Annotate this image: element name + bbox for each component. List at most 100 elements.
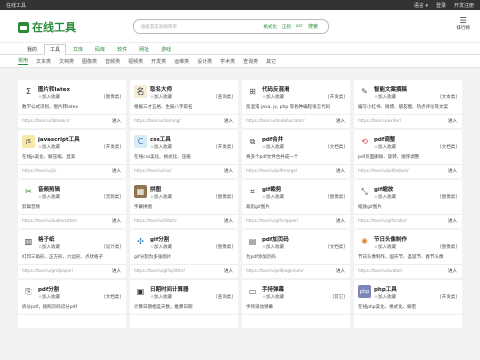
enter-link[interactable]: 进入 <box>112 168 121 174</box>
add-favorite-button[interactable]: ☆加入收藏 <box>262 144 284 150</box>
enter-link[interactable]: 进入 <box>448 268 457 274</box>
search-button[interactable]: 搜索 <box>308 23 318 30</box>
tab-docs[interactable]: 文库 <box>68 45 88 54</box>
language-menu[interactable]: 语言 ▾ <box>414 2 428 9</box>
category-query[interactable]: 查询类 <box>243 58 258 65</box>
category-design[interactable]: 设计类 <box>197 58 212 65</box>
tool-title[interactable]: pdf加页码 <box>262 235 289 243</box>
search-option-regex[interactable]: 正则 <box>282 24 291 30</box>
tool-card[interactable]: ⤡ gif缩放 ☆加入收藏 [图像类] 缩放gif图片 https://tool.lu/g… <box>354 180 462 228</box>
enter-link[interactable]: 进入 <box>224 218 233 224</box>
tool-title[interactable]: 智能文案撰稿 <box>374 85 407 93</box>
tool-title[interactable]: 手持弹幕 <box>262 285 284 293</box>
tool-card[interactable]: ⎘ pdf分割 ☆加入收藏 [文档类] 拆分pdf，按照页码切分pdf <box>18 280 126 328</box>
add-favorite-button[interactable]: ☆加入收藏 <box>38 294 60 300</box>
tab-games[interactable]: 游戏 <box>156 45 176 54</box>
add-favorite-button[interactable]: ☆加入收藏 <box>374 94 396 100</box>
tool-title[interactable]: gif缩放 <box>374 185 393 193</box>
add-favorite-button[interactable]: ☆加入收藏 <box>262 94 284 100</box>
tool-title[interactable]: php工具 <box>374 285 397 293</box>
tool-card[interactable]: ⊞ 代码反混淆 ☆加入收藏 [开发类] 反混淆 java, js, php 等各种编程语… <box>242 80 350 128</box>
tool-card[interactable]: ⧉ pdf合并 ☆加入收藏 [文档类] 将多个pdf文件合并成一个 https://too… <box>242 130 350 178</box>
add-favorite-button[interactable]: ☆加入收藏 <box>38 144 60 150</box>
add-favorite-button[interactable]: ☆加入收藏 <box>374 244 396 250</box>
enter-link[interactable]: 进入 <box>448 118 457 124</box>
tool-title[interactable]: 节日头像制作 <box>374 235 407 243</box>
tool-card[interactable]: ▣ 日期时间计算器 ☆加入收藏 [查询类] 计算日期相差天数，推算日期 <box>130 280 238 328</box>
category-ops[interactable]: 运维类 <box>174 58 189 65</box>
dev-register-link[interactable]: 开发注册 <box>454 2 474 9</box>
category-audio[interactable]: 音频类 <box>105 58 120 65</box>
tool-title[interactable]: pdf合并 <box>262 135 283 143</box>
category-dev[interactable]: 开发类 <box>151 58 166 65</box>
enter-link[interactable]: 进入 <box>224 268 233 274</box>
add-favorite-button[interactable]: ☆加入收藏 <box>262 194 284 200</box>
add-favorite-button[interactable]: ☆加入收藏 <box>262 294 284 300</box>
add-favorite-button[interactable]: ☆加入收藏 <box>38 244 60 250</box>
tab-mine[interactable]: 我的 <box>22 45 42 54</box>
tool-title[interactable]: 代码反混淆 <box>262 85 290 93</box>
add-favorite-button[interactable]: ☆加入收藏 <box>150 294 172 300</box>
enter-link[interactable]: 进入 <box>336 268 345 274</box>
tab-code[interactable]: 码库 <box>90 45 110 54</box>
search-option-ocr[interactable]: ocr <box>296 24 303 29</box>
add-favorite-button[interactable]: ☆加入收藏 <box>38 94 60 100</box>
enter-link[interactable]: 进入 <box>336 218 345 224</box>
tool-card[interactable]: ✂ 音频剪辑 ☆加入收藏 [音频类] 剪辑音频 https://tool.lu/audio… <box>18 180 126 228</box>
enter-link[interactable]: 进入 <box>224 118 233 124</box>
tab-sites[interactable]: 网址 <box>134 45 154 54</box>
tool-title[interactable]: pdf分割 <box>38 285 59 293</box>
tool-card[interactable]: ✺ 节日头像制作 ☆加入收藏 [图像类] 节日头像制作，国庆节、圣诞节、春节头像 http… <box>354 230 462 278</box>
add-favorite-button[interactable]: ☆加入收藏 <box>150 194 172 200</box>
tool-card[interactable]: ✣ gif分割 ☆加入收藏 [图像类] gif分割为多张图片 https://tool.l… <box>130 230 238 278</box>
add-favorite-button[interactable]: ☆加入收藏 <box>374 294 396 300</box>
tool-card[interactable]: JS javascript工具 ☆加入收藏 [开发类] 在线js美化、解压缩、混淆 htt… <box>18 130 126 178</box>
tool-card[interactable]: 名取名大师 ☆加入收藏 [查询类] 根据三才五格、生辰八字取名 https://tool… <box>130 80 238 128</box>
add-favorite-button[interactable]: ☆加入收藏 <box>374 144 396 150</box>
category-other[interactable]: 其它 <box>266 58 276 65</box>
tool-title[interactable]: javascript工具 <box>38 135 80 143</box>
add-favorite-button[interactable]: ☆加入收藏 <box>150 94 172 100</box>
tool-title[interactable]: css工具 <box>150 135 171 143</box>
tool-title[interactable]: 取名大师 <box>150 85 172 93</box>
tool-title[interactable]: 拼图 <box>150 185 161 193</box>
tool-title[interactable]: pdf调整 <box>374 135 395 143</box>
add-favorite-button[interactable]: ☆加入收藏 <box>150 144 172 150</box>
login-link[interactable]: 登录 <box>436 2 446 9</box>
enter-link[interactable]: 进入 <box>112 218 121 224</box>
enter-link[interactable]: 进入 <box>112 118 121 124</box>
tool-title[interactable]: 音频剪辑 <box>38 185 60 193</box>
category-doc[interactable]: 文档类 <box>59 58 74 65</box>
tab-software[interactable]: 软件 <box>112 45 132 54</box>
tool-title[interactable]: gif分割 <box>150 235 169 243</box>
category-common[interactable]: 常用 <box>18 57 29 65</box>
tool-title[interactable]: 格子纸 <box>38 235 55 243</box>
tool-card[interactable]: ✎ 智能文案撰稿 ☆加入收藏 [文本类] 编写小红书、微博、朋友圈、热点评论等文案 htt… <box>354 80 462 128</box>
add-favorite-button[interactable]: ☆加入收藏 <box>150 244 172 250</box>
tool-card[interactable]: Ccss工具 ☆加入收藏 [开发类] 在线css美化、格式化、压缩 https://to… <box>130 130 238 178</box>
tool-card[interactable]: ⌗ gif裁剪 ☆加入收藏 [图像类] 裁剪gif图片 https://tool.lu/g… <box>242 180 350 228</box>
enter-link[interactable]: 进入 <box>224 168 233 174</box>
enter-link[interactable]: 进入 <box>448 168 457 174</box>
category-video[interactable]: 视频类 <box>128 58 143 65</box>
search-option-format[interactable]: 格式化 <box>263 24 277 30</box>
tool-card[interactable]: ▦ 拼图 ☆加入收藏 [图像类] 字幕拼图 https://tool.lu/stitch/… <box>130 180 238 228</box>
tool-card[interactable]: ⟲ pdf调整 ☆加入收藏 [文档类] pdf页面删除、旋转、顺序调整 https://t… <box>354 130 462 178</box>
enter-link[interactable]: 进入 <box>336 168 345 174</box>
category-image[interactable]: 图像类 <box>82 58 97 65</box>
search-input[interactable]: 搜索其实就很简单 <box>141 24 263 30</box>
category-text[interactable]: 文本类 <box>36 58 51 65</box>
tool-card[interactable]: php php工具 ☆加入收藏 [开发类] 在线php美化、格式化、解密 <box>354 280 462 328</box>
category-academic[interactable]: 学术类 <box>220 58 235 65</box>
add-favorite-button[interactable]: ☆加入收藏 <box>38 194 60 200</box>
tool-card[interactable]: ▭ 手持弹幕 ☆加入收藏 [其它] 手持滚动弹幕 <box>242 280 350 328</box>
logo[interactable]: 在线工具 <box>18 19 76 35</box>
tool-card[interactable]: ▤ pdf加页码 ☆加入收藏 [文档类] 为pdf添加页码 https://tool.lu… <box>242 230 350 278</box>
add-favorite-button[interactable]: ☆加入收藏 <box>374 194 396 200</box>
tool-title[interactable]: 日期时间计算器 <box>150 285 189 293</box>
tool-title[interactable]: 图片转latex <box>38 85 70 93</box>
tool-title[interactable]: gif裁剪 <box>262 185 281 193</box>
enter-link[interactable]: 进入 <box>448 218 457 224</box>
enter-link[interactable]: 进入 <box>112 268 121 274</box>
tool-card[interactable]: Σ 图片转latex ☆加入收藏 [图像类] 数学公式识别，图片转latex https:… <box>18 80 126 128</box>
